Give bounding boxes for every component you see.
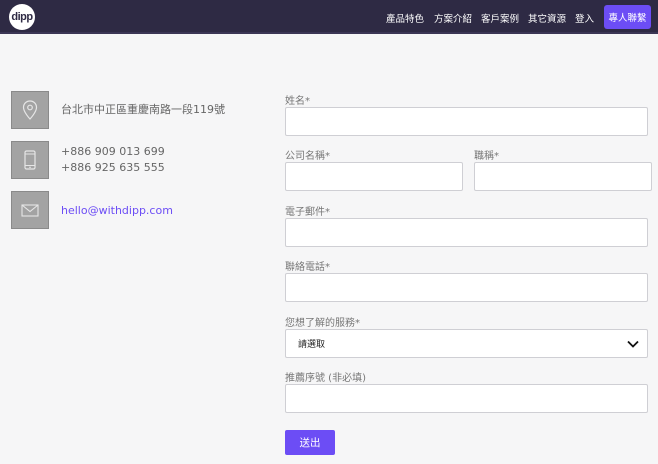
submit-button[interactable]: 送出 — [285, 430, 335, 455]
nav-link-features[interactable]: 產品特色 — [386, 11, 424, 25]
company-field[interactable] — [285, 162, 463, 191]
job-title-label: 職稱* — [474, 151, 499, 162]
name-field[interactable] — [285, 107, 648, 136]
phone-field[interactable] — [285, 273, 648, 302]
address-text: 台北市中正區重慶南路一段119號 — [61, 103, 225, 116]
nav-link-plans[interactable]: 方案介紹 — [434, 11, 472, 25]
phone-number-1: +886 909 013 699 — [61, 145, 165, 158]
service-select-value: 請選取 — [298, 340, 326, 350]
referral-code-field[interactable] — [285, 384, 648, 413]
email-link[interactable]: hello@withdipp.com — [61, 203, 173, 219]
dipp-logo[interactable]: dipp — [9, 4, 35, 30]
mobile-phone-icon — [11, 141, 49, 179]
job-title-field[interactable] — [474, 162, 652, 191]
chevron-down-icon — [627, 340, 639, 348]
phone-label: 聯絡電話* — [285, 262, 330, 273]
envelope-icon — [11, 191, 49, 229]
nav-link-resources[interactable]: 其它資源 — [528, 11, 566, 25]
nav-link-cases[interactable]: 客戶案例 — [481, 11, 519, 25]
location-pin-icon — [11, 91, 49, 129]
company-label: 公司名稱* — [285, 151, 330, 162]
phone-number-2: +886 925 635 555 — [61, 161, 165, 174]
service-label: 您想了解的服務* — [285, 318, 360, 329]
email-label: 電子郵件* — [285, 207, 330, 218]
email-field[interactable] — [285, 218, 648, 247]
service-select[interactable]: 請選取 — [285, 329, 648, 358]
referral-label: 推薦序號 (非必填) — [285, 373, 366, 384]
top-navbar: dipp 產品特色 方案介紹 客戶案例 其它資源 登入 專人聯繫 — [0, 0, 658, 34]
nav-link-login[interactable]: 登入 — [575, 11, 594, 25]
name-label: 姓名* — [285, 96, 310, 107]
contact-sales-button[interactable]: 專人聯繫 — [604, 5, 651, 29]
